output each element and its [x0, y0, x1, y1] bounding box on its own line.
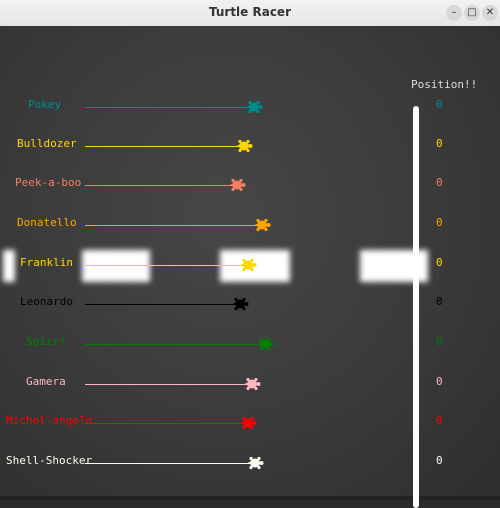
glare-block — [82, 250, 150, 282]
racer-position: 0 — [436, 335, 443, 348]
race-canvas: Position!! Pokey 0 Bulldozer 0 Peek-a-boo 0 Do… — [0, 26, 500, 508]
racer-position: 0 — [436, 295, 443, 308]
window-title: Turtle Racer — [208, 5, 291, 19]
racer-position: 0 — [436, 98, 443, 111]
position-heading: Position!! — [411, 78, 478, 91]
racer-position: 0 — [436, 216, 443, 229]
racer-track — [85, 463, 256, 464]
racer-position: 0 — [436, 414, 443, 427]
racer-name: Pokey — [28, 98, 62, 111]
racer-track — [85, 185, 238, 186]
racer-name: Sp1ir! — [26, 335, 66, 348]
turtle-icon — [258, 337, 274, 351]
racer-name: Leonardo — [20, 295, 73, 308]
turtle-icon — [241, 416, 257, 430]
turtle-icon — [233, 297, 249, 311]
racer-position: 0 — [436, 176, 443, 189]
racer-track — [85, 225, 263, 226]
app-window: Turtle Racer – □ ✕ Position!! Pokey 0 Bull… — [0, 0, 500, 508]
racer-track — [85, 423, 249, 424]
racer-position: 0 — [436, 256, 443, 269]
glare-block — [3, 250, 15, 282]
maximize-button[interactable]: □ — [464, 5, 480, 21]
racer-track — [85, 265, 249, 266]
racer-name: Franklin — [20, 256, 73, 269]
racer-name: Donatello — [17, 216, 77, 229]
racer-position: 0 — [436, 454, 443, 467]
turtle-icon — [230, 178, 246, 192]
racer-name: Peek-a-boo — [15, 176, 82, 189]
racer-name: Michel-angelo — [6, 414, 93, 427]
glare-block — [360, 250, 428, 282]
turtle-icon — [245, 377, 261, 391]
turtle-icon — [248, 456, 264, 470]
turtle-icon — [241, 258, 257, 272]
racer-track — [85, 304, 241, 305]
turtle-icon — [247, 100, 263, 114]
title-bar: Turtle Racer – □ ✕ — [0, 0, 500, 27]
racer-track — [85, 146, 245, 147]
racer-name: Gamera — [26, 375, 66, 388]
turtle-icon — [255, 218, 271, 232]
racer-position: 0 — [436, 137, 443, 150]
racer-track — [85, 344, 266, 345]
finish-line — [413, 106, 419, 508]
minimize-button[interactable]: – — [446, 5, 462, 21]
racer-position: 0 — [436, 375, 443, 388]
racer-track — [85, 107, 255, 108]
close-button[interactable]: ✕ — [482, 5, 498, 21]
turtle-icon — [237, 139, 253, 153]
racer-name: Shell-Shocker — [6, 454, 93, 467]
racer-name: Bulldozer — [17, 137, 77, 150]
racer-track — [85, 384, 253, 385]
